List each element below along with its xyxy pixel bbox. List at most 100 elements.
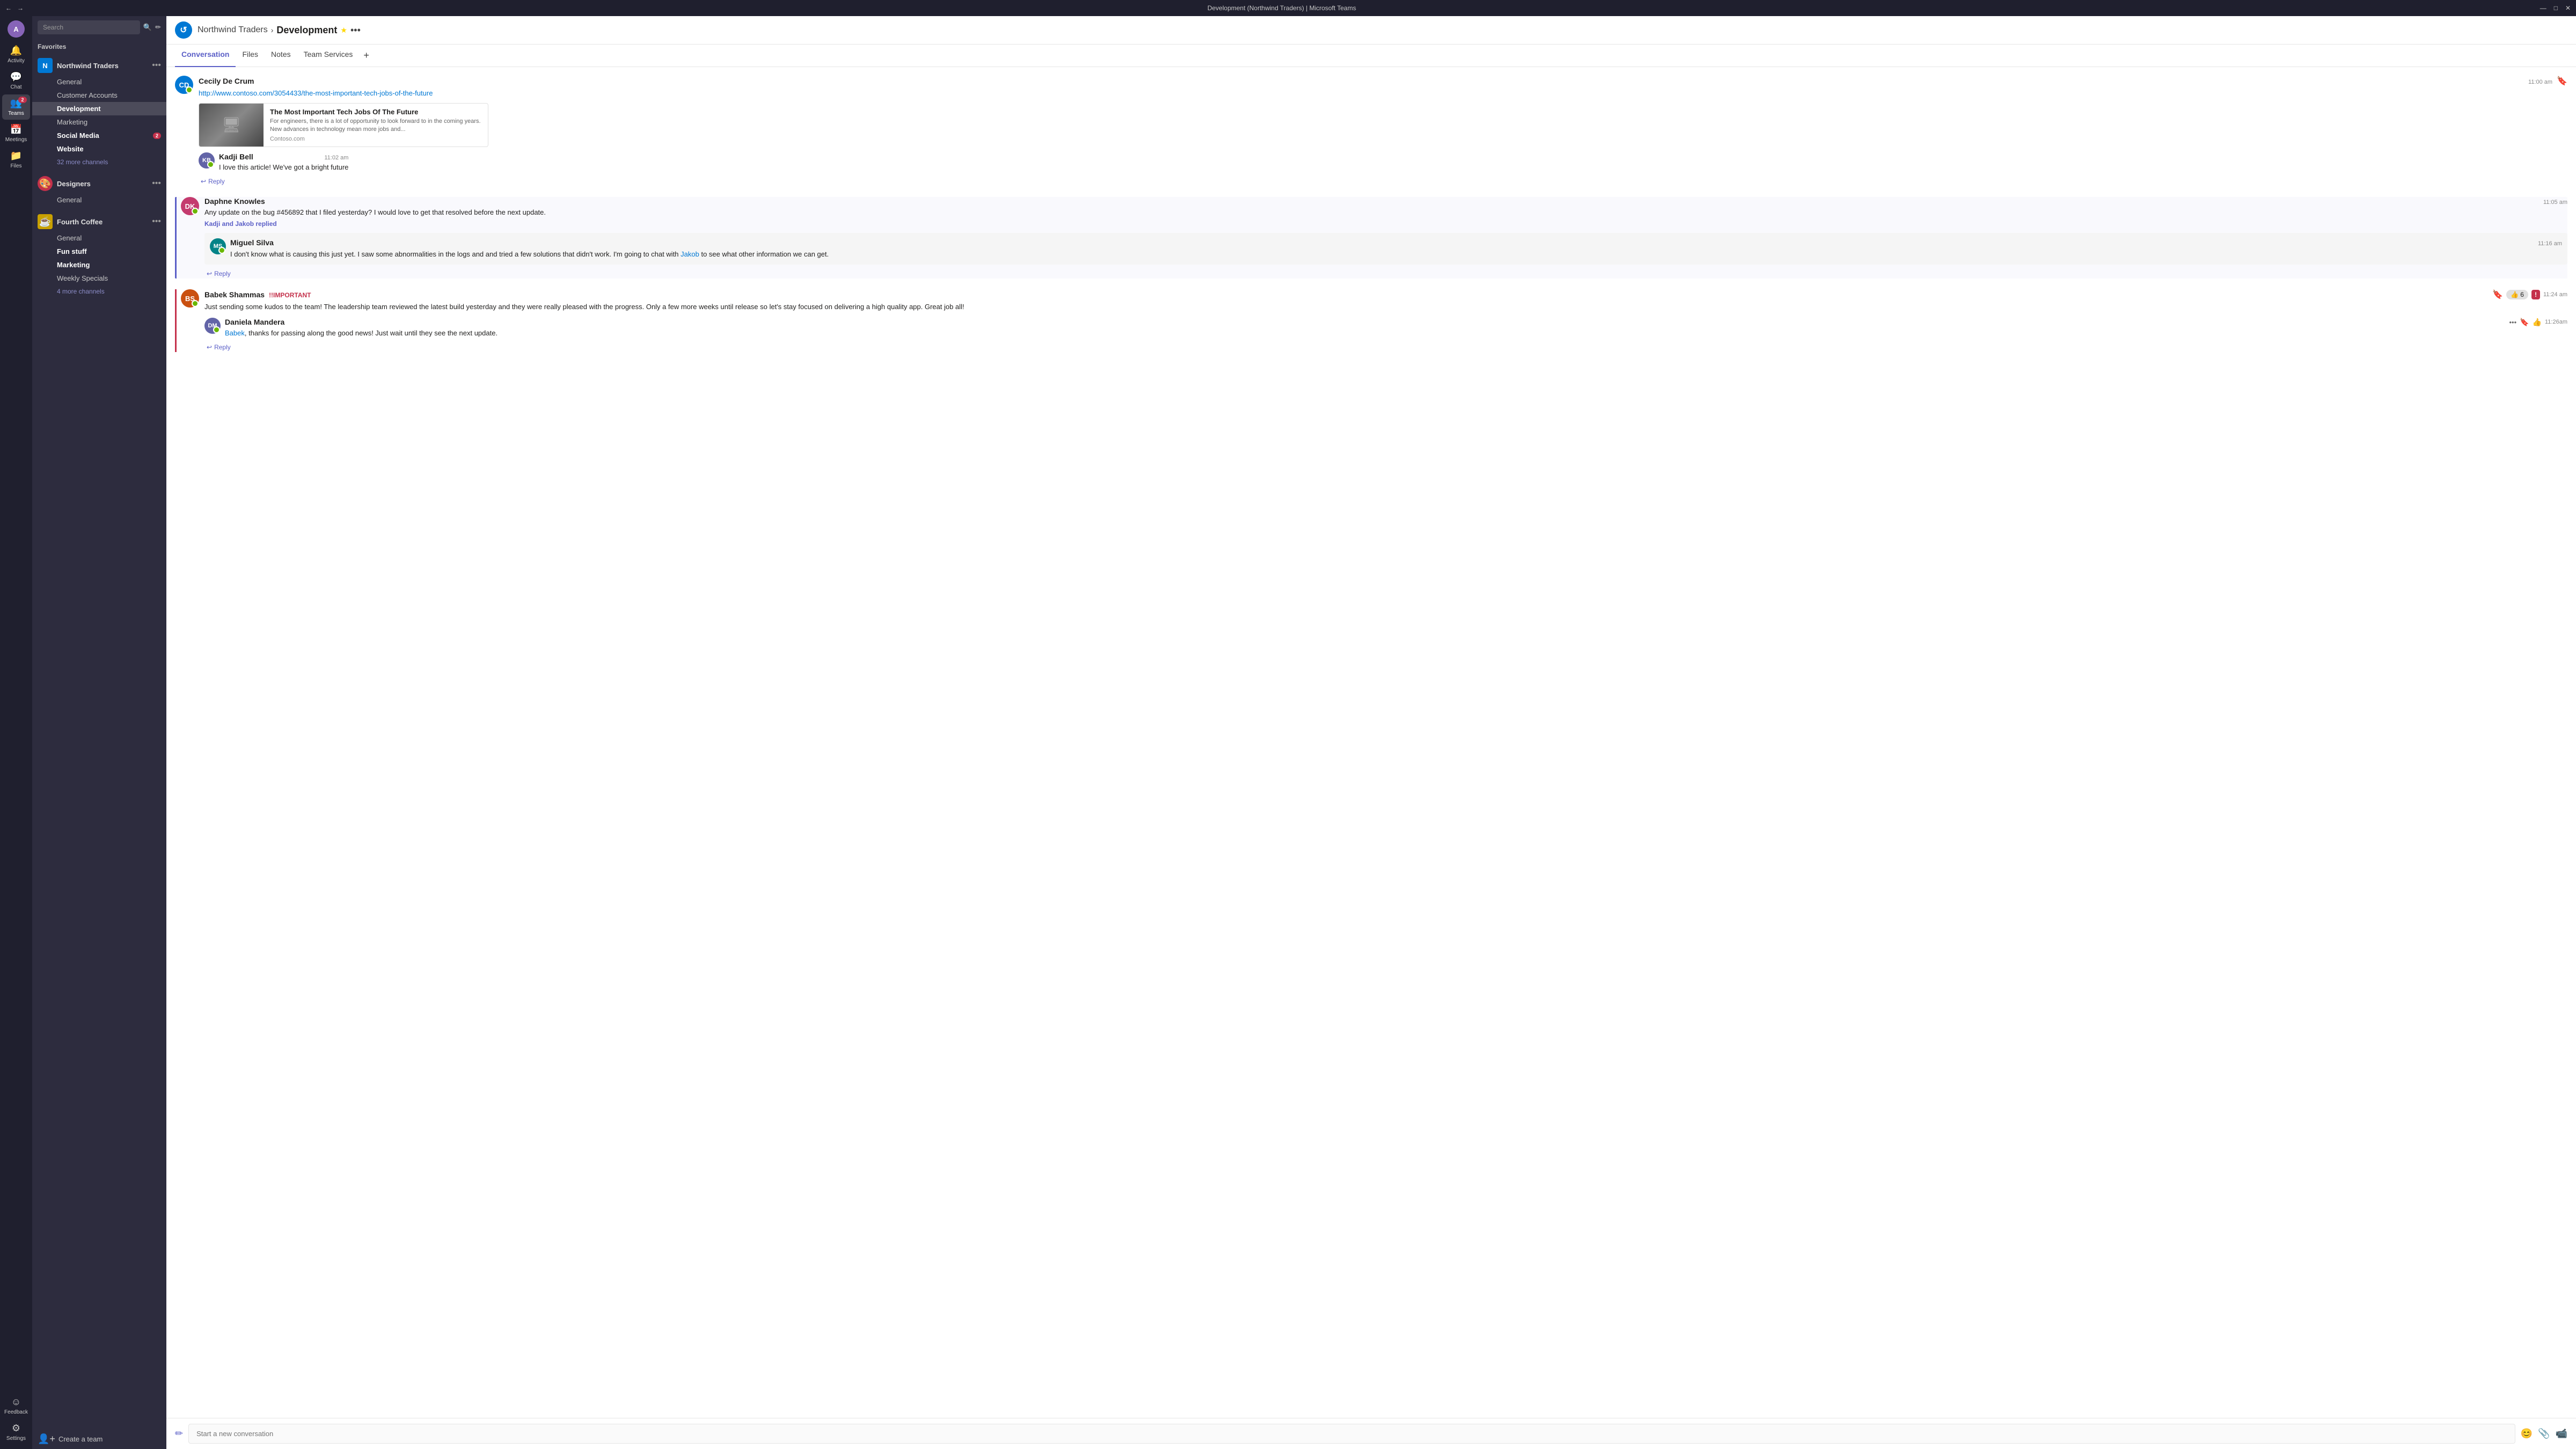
user-avatar[interactable]: A — [8, 20, 25, 38]
titlebar-nav[interactable]: ← → — [5, 4, 24, 12]
tab-conversation[interactable]: Conversation — [175, 45, 236, 67]
daniela-more-icon[interactable]: ••• — [2509, 318, 2516, 326]
fourthcoffee-name: Fourth Coffee — [57, 218, 148, 226]
channel-customer-accounts[interactable]: Customer Accounts — [32, 89, 166, 102]
titlebar: ← → Development (Northwind Traders) | Mi… — [0, 0, 2576, 16]
northwind-more-channels[interactable]: 32 more channels — [32, 156, 166, 169]
reply-button-3[interactable]: ↩ Reply — [204, 342, 2567, 352]
sidebar-teams-list: Favorites N Northwind Traders ••• Genera… — [32, 39, 166, 1429]
fourthcoffee-more-channels[interactable]: 4 more channels — [32, 285, 166, 298]
northwind-more[interactable]: ••• — [152, 61, 161, 70]
miguel-text: I don't know what is causing this just y… — [230, 249, 2562, 260]
channel-name: General — [57, 196, 82, 204]
channel-name: Website — [57, 145, 84, 153]
message-header-1: Cecily De Crum 11:00 am 🔖 — [199, 76, 2567, 86]
channel-marketing[interactable]: Marketing — [32, 115, 166, 129]
files-icon: 📁 — [10, 150, 22, 162]
tab-team-services[interactable]: Team Services — [297, 45, 360, 67]
titlebar-controls[interactable]: — □ ✕ — [2540, 4, 2571, 12]
message-body-1: Cecily De Crum 11:00 am 🔖 http://www.con… — [199, 76, 2567, 186]
babek-author: Babek Shammas — [204, 290, 265, 299]
channel-tabs: Conversation Files Notes Team Services + — [166, 45, 2576, 67]
article-link[interactable]: http://www.contoso.com/3054433/the-most-… — [199, 89, 433, 97]
daphne-time: 11:05 am — [2543, 199, 2567, 206]
team-fourthcoffee-header[interactable]: ☕ Fourth Coffee ••• — [32, 211, 166, 231]
miguel-author: Miguel Silva — [230, 238, 274, 247]
emoji-button[interactable]: 😊 — [2521, 1428, 2533, 1439]
designers-avatar: 🎨 — [38, 176, 53, 191]
daphne-author: Daphne Knowles — [204, 197, 265, 206]
search-input[interactable] — [38, 20, 140, 34]
search-icon[interactable]: 🔍 — [143, 23, 152, 32]
rail-item-activity[interactable]: 🔔 Activity — [2, 42, 30, 67]
daniela-bookmark-icon[interactable]: 🔖 — [2520, 318, 2529, 327]
channel-fourthcoffee-marketing[interactable]: Marketing — [32, 258, 166, 272]
daniela-like-icon[interactable]: 👍 — [2533, 318, 2542, 327]
titlebar-title: Development (Northwind Traders) | Micros… — [24, 4, 2540, 12]
channel-weekly-specials[interactable]: Weekly Specials — [32, 272, 166, 285]
daniela-text-after: , thanks for passing along the good news… — [245, 329, 497, 337]
reply-arrow-icon-3: ↩ — [207, 343, 212, 351]
daniela-body: Daniela Mandera ••• 🔖 👍 11:26am — [225, 318, 2567, 339]
create-team-button[interactable]: 👤+ Create a team — [32, 1429, 166, 1449]
channel-website[interactable]: Website — [32, 142, 166, 156]
message-row-babek: BS Babek Shammas !!IMPORTANT 🔖 👍 6 ! 11:… — [175, 289, 2567, 352]
rail-item-feedback[interactable]: ☺ Feedback — [2, 1393, 30, 1418]
avatar-daphne: DK — [181, 197, 199, 215]
channel-northwind-general[interactable]: General — [32, 75, 166, 89]
rail-item-meetings[interactable]: 📅 Meetings — [2, 121, 30, 146]
designers-name: Designers — [57, 180, 148, 188]
compose-input[interactable] — [188, 1424, 2515, 1444]
miguel-text-before: I don't know what is causing this just y… — [230, 250, 680, 258]
message-body-daphne: Daphne Knowles 11:05 am Any update on th… — [204, 197, 2567, 279]
attachment-button[interactable]: 📎 — [2538, 1428, 2550, 1439]
close-button[interactable]: ✕ — [2565, 4, 2571, 12]
channel-fourthcoffee-general[interactable]: General — [32, 231, 166, 245]
reply-button-1[interactable]: ↩ Reply — [199, 177, 2567, 186]
add-tab-button[interactable]: + — [359, 45, 374, 67]
rail-item-teams[interactable]: 2 👥 Teams — [2, 94, 30, 120]
channel-development[interactable]: Development — [32, 102, 166, 115]
minimize-button[interactable]: — — [2540, 4, 2546, 12]
daniela-header: Daniela Mandera ••• 🔖 👍 11:26am — [225, 318, 2567, 327]
avatar-daniela: DM — [204, 318, 221, 334]
replies-indicator[interactable]: Kadji and Jakob replied — [204, 218, 2567, 230]
like-reaction[interactable]: 👍 6 — [2506, 290, 2528, 299]
link-preview-image: 🖥 — [199, 104, 264, 147]
fourthcoffee-more[interactable]: ••• — [152, 217, 161, 226]
bookmark-icon-1[interactable]: 🔖 — [2557, 76, 2567, 86]
tab-notes[interactable]: Notes — [265, 45, 297, 67]
channel-header: ↺ Northwind Traders › Development ★ ••• — [166, 16, 2576, 45]
kadji-time: 11:02 am — [324, 155, 348, 161]
app-container: A 🔔 Activity 💬 Chat 2 👥 Teams 📅 Meetings… — [0, 16, 2576, 1449]
maximize-button[interactable]: □ — [2554, 4, 2558, 12]
designers-more[interactable]: ••• — [152, 179, 161, 188]
link-preview-img-placeholder: 🖥 — [199, 104, 264, 147]
rail-item-files[interactable]: 📁 Files — [2, 147, 30, 172]
bookmark-icon-3[interactable]: 🔖 — [2492, 289, 2503, 300]
channel-social-media[interactable]: Social Media 2 — [32, 129, 166, 142]
rail-item-settings[interactable]: ⚙ Settings — [2, 1419, 30, 1445]
meet-button[interactable]: 📹 — [2556, 1428, 2567, 1439]
feedback-icon: ☺ — [11, 1396, 21, 1408]
social-media-badge: 2 — [153, 133, 161, 139]
header-more-button[interactable]: ••• — [350, 25, 361, 36]
files-label: Files — [10, 163, 21, 169]
breadcrumb-chevron: › — [271, 26, 274, 34]
favorite-star-icon[interactable]: ★ — [340, 26, 347, 35]
message-thread-1: CD Cecily De Crum 11:00 am 🔖 http://www.… — [175, 76, 2567, 186]
back-button[interactable]: ← — [5, 4, 12, 12]
rail-item-chat[interactable]: 💬 Chat — [2, 68, 30, 93]
forward-button[interactable]: → — [17, 4, 24, 12]
team-designers-header[interactable]: 🎨 Designers ••• — [32, 173, 166, 193]
team-northwind-header[interactable]: N Northwind Traders ••• — [32, 55, 166, 75]
channel-designers-general[interactable]: General — [32, 193, 166, 207]
reply-button-2[interactable]: ↩ Reply — [204, 269, 2567, 279]
jakob-mention[interactable]: Jakob — [680, 250, 699, 258]
tab-files[interactable]: Files — [236, 45, 265, 67]
meetings-icon: 📅 — [10, 124, 22, 135]
channel-fun-stuff[interactable]: Fun stuff — [32, 245, 166, 258]
compose-icon[interactable]: ✏ — [155, 23, 161, 32]
babek-mention[interactable]: Babek — [225, 329, 245, 337]
team-fourthcoffee: ☕ Fourth Coffee ••• General Fun stuff Ma… — [32, 209, 166, 300]
